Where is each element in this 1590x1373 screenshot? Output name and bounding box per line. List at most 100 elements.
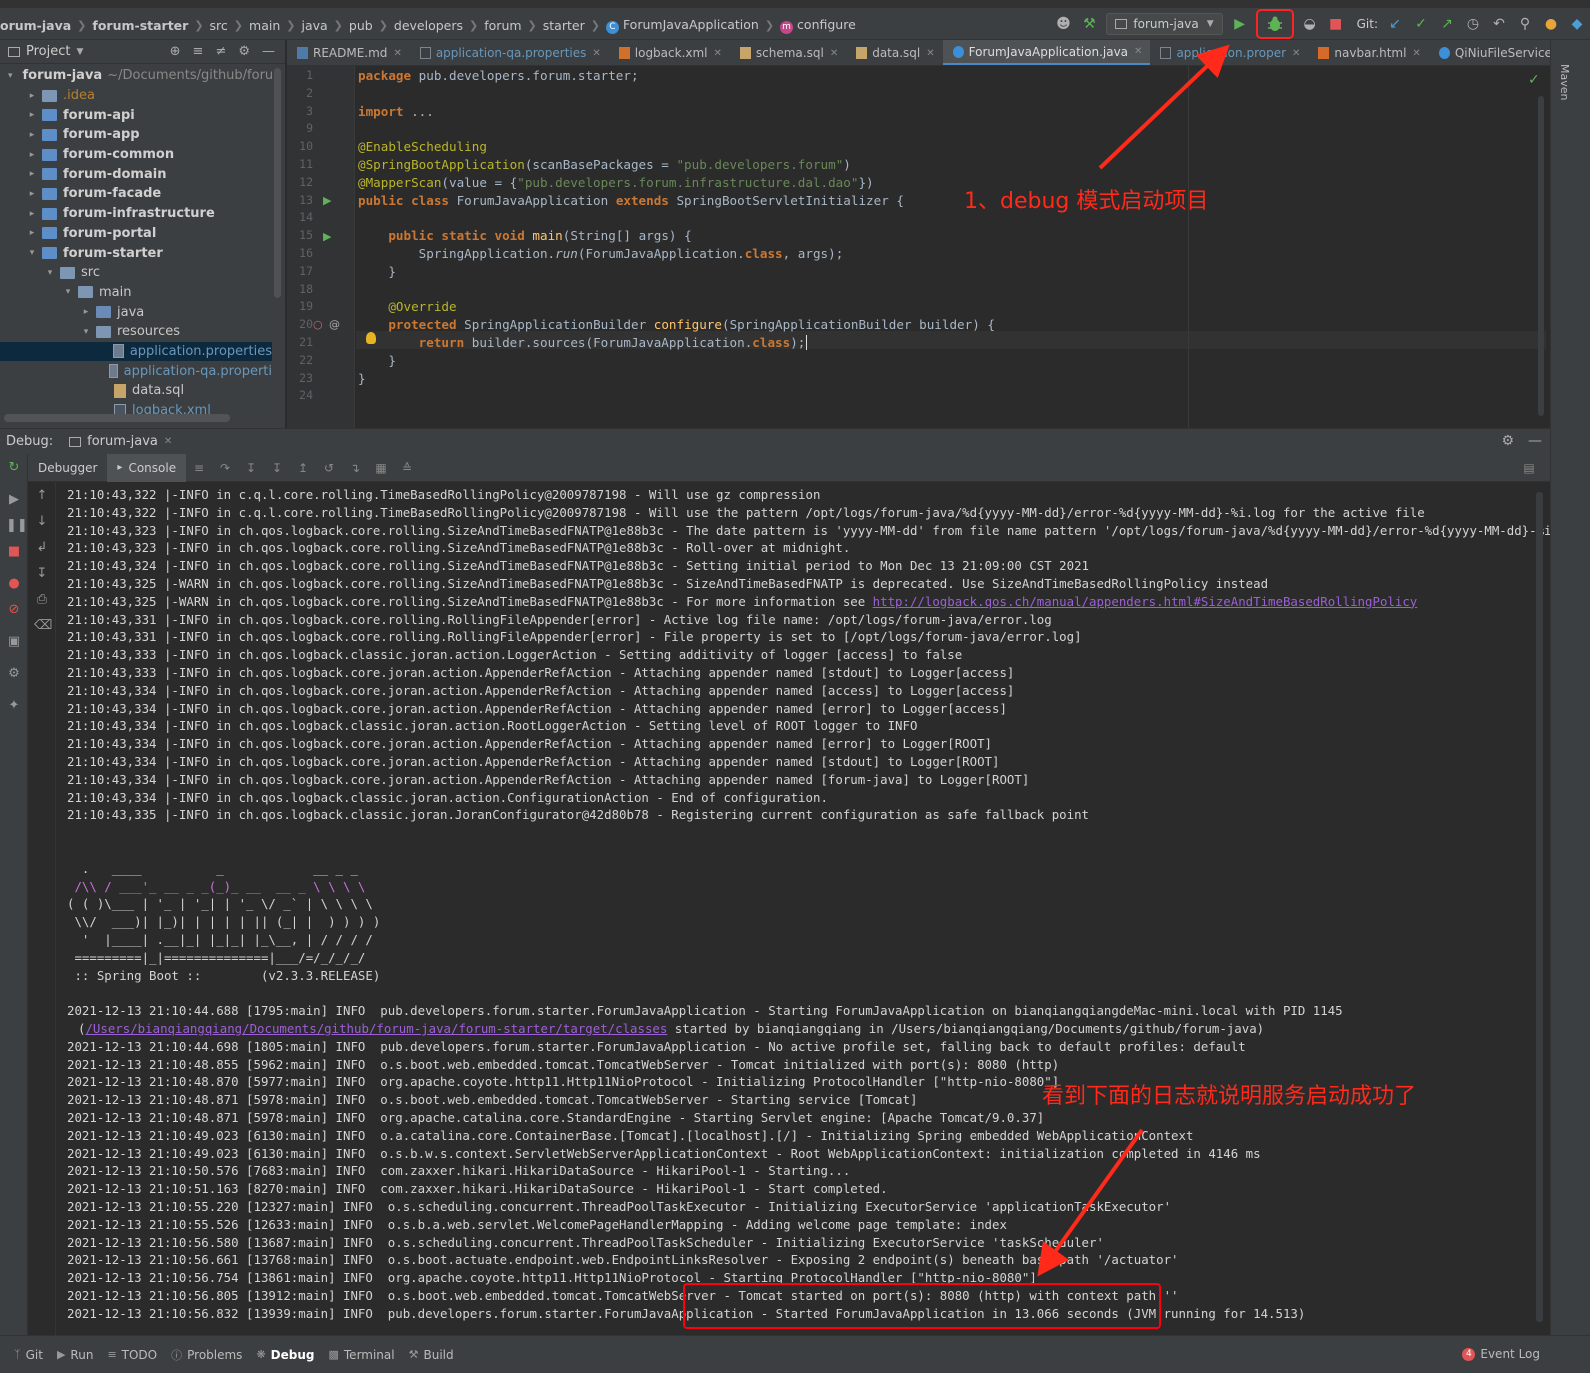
editor-tab[interactable]: data.sql ✕ [846, 40, 942, 65]
expand-all-icon[interactable]: ≡ [193, 44, 204, 59]
lightbulb-icon[interactable] [366, 332, 376, 344]
stop-icon[interactable]: ■ [6, 544, 22, 559]
tree-item[interactable]: ▸ java [0, 302, 272, 322]
breadcrumb-item[interactable]: src [210, 18, 228, 33]
breadcrumb-item[interactable]: main [249, 18, 280, 33]
evaluate-icon[interactable]: ▦ [373, 461, 389, 475]
search-icon[interactable]: ⚲ [1514, 13, 1536, 35]
close-icon[interactable]: ✕ [714, 48, 722, 59]
editor-tab[interactable]: application-qa.properties ✕ [410, 40, 609, 65]
tree-item[interactable]: ▸ forum-api [0, 105, 272, 125]
tab-console[interactable]: ▸ Console [107, 453, 187, 482]
run-gutter-icon[interactable]: ▶ [323, 194, 331, 207]
step-into-icon[interactable]: ↧ [243, 461, 259, 475]
minimize-icon[interactable]: — [1528, 433, 1542, 449]
chevron-right-icon[interactable]: ▸ [26, 209, 38, 219]
update-icon[interactable]: ● [1540, 13, 1562, 35]
tree-item[interactable]: ▸ forum-common [0, 145, 272, 165]
pin-icon[interactable]: ✦ [6, 698, 22, 713]
gear-icon[interactable]: ⚙ [6, 666, 22, 681]
chevron-down-icon[interactable]: ▾ [26, 248, 38, 258]
plugin-icon[interactable]: ◆ [1566, 13, 1588, 35]
logback-docs-link[interactable]: http://logback.qos.ch/manual/appenders.h… [873, 594, 1418, 609]
menu-icon[interactable]: ≡ [191, 461, 207, 475]
status-todo[interactable]: ≡ TODO [107, 1348, 157, 1362]
close-icon[interactable]: ✕ [592, 48, 600, 59]
chevron-down-icon[interactable]: ▾ [80, 327, 92, 337]
editor-tab[interactable]: navbar.html ✕ [1308, 40, 1428, 65]
classpath-link[interactable]: /Users/bianqiangqiang/Documents/github/f… [85, 1021, 667, 1036]
breadcrumb-item[interactable]: forum-starter [92, 18, 188, 33]
annotation-gutter-icon[interactable]: @ [329, 318, 340, 331]
tree-item[interactable]: ▾ main [0, 283, 272, 303]
chevron-right-icon[interactable]: ▸ [26, 189, 38, 199]
run-button[interactable]: ▶ [1229, 13, 1251, 35]
editor-tab[interactable]: application.proper ✕ [1150, 40, 1308, 65]
close-icon[interactable]: ✕ [830, 48, 838, 59]
close-icon[interactable]: ✕ [1412, 48, 1420, 59]
project-horizontal-scrollbar[interactable] [4, 414, 230, 422]
breadcrumb-item[interactable]: C ForumJavaApplication [605, 17, 759, 34]
editor-tab[interactable]: schema.sql ✕ [730, 40, 846, 65]
status-run[interactable]: ▶ Run [57, 1348, 93, 1362]
tree-item[interactable]: ▸ forum-facade [0, 184, 272, 204]
maven-side-panel[interactable]: Maven [1550, 40, 1590, 428]
chevron-right-icon[interactable]: ▸ [26, 150, 38, 160]
minimize-icon[interactable]: — [262, 44, 275, 59]
trash-icon[interactable]: ⌫ [34, 618, 52, 633]
tree-item[interactable]: ▸ forum-portal [0, 224, 272, 244]
close-icon[interactable]: ✕ [1134, 46, 1142, 57]
chevron-right-icon[interactable]: ▸ [80, 307, 92, 317]
close-icon[interactable]: ✕ [926, 48, 934, 59]
close-icon[interactable]: ✕ [164, 436, 172, 447]
project-vertical-scrollbar[interactable] [274, 68, 281, 298]
chevron-right-icon[interactable]: ▸ [26, 130, 38, 140]
soft-wrap-icon[interactable]: ↲ [34, 540, 50, 555]
chevron-right-icon[interactable]: ▸ [26, 228, 38, 238]
force-step-into-icon[interactable]: ↧ [269, 461, 285, 475]
breadcrumb-item[interactable]: orum-java [0, 18, 71, 33]
rollback-icon[interactable]: ↶ [1488, 13, 1510, 35]
git-push-icon[interactable]: ↗ [1436, 13, 1458, 35]
tree-item[interactable]: ▸ forum-domain [0, 164, 272, 184]
history-icon[interactable]: ◷ [1462, 13, 1484, 35]
tree-item[interactable]: ▸ forum-infrastructure [0, 204, 272, 224]
user-icon[interactable]: ☻ [1052, 13, 1074, 35]
chevron-right-icon[interactable]: ▸ [26, 91, 38, 101]
override-gutter-icon[interactable]: ○ [313, 318, 323, 331]
chevron-right-icon[interactable]: ▸ [26, 169, 38, 179]
run-configuration-select[interactable]: forum-java ▼ [1106, 13, 1223, 35]
status-git[interactable]: ᛉ Git [14, 1348, 43, 1362]
editor-tab[interactable]: QiNiuFileServiceImpl.java✕ [1429, 40, 1550, 65]
breadcrumb-item[interactable]: pub [349, 18, 373, 33]
trace-icon[interactable]: ≙ [399, 461, 415, 475]
tree-item[interactable]: ▾ src [0, 263, 272, 283]
run-to-cursor-icon[interactable]: ↴ [347, 461, 363, 475]
console-output[interactable]: 21:10:43,322 |-INFO in c.q.l.core.rollin… [56, 482, 1550, 1335]
scroll-to-end-icon[interactable]: ↧ [34, 566, 50, 581]
status-terminal[interactable]: ▩ Terminal [328, 1348, 394, 1362]
camera-icon[interactable]: ▣ [6, 634, 22, 649]
breadcrumb-item[interactable]: forum [484, 18, 521, 33]
tree-item[interactable]: data.sql [0, 381, 272, 401]
breadcrumb-item[interactable]: m configure [780, 17, 856, 34]
down-arrow-icon[interactable]: ↓ [34, 514, 50, 529]
editor-tab[interactable]: README.md ✕ [287, 40, 410, 65]
tab-debugger[interactable]: Debugger [28, 454, 107, 482]
up-arrow-icon[interactable]: ↑ [34, 488, 50, 503]
git-update-icon[interactable]: ↙ [1384, 13, 1406, 35]
drop-frame-icon[interactable]: ↺ [321, 461, 337, 475]
tree-item[interactable]: ▾ forum-starter [0, 243, 272, 263]
chevron-down-icon[interactable]: ▾ [44, 268, 56, 278]
mute-breakpoints-icon[interactable]: ⊘ [6, 602, 22, 617]
breadcrumb-item[interactable]: starter [543, 18, 585, 33]
code-editor[interactable]: package pub.developers.forum.starter; imp… [356, 66, 1546, 428]
stop-button[interactable]: ■ [1325, 13, 1347, 35]
gear-icon[interactable]: ⚙ [238, 44, 250, 59]
tree-item[interactable]: application-qa.properti [0, 361, 272, 381]
event-log[interactable]: 4 Event Log [1462, 1347, 1540, 1361]
chevron-down-icon[interactable]: ▾ [8, 71, 13, 81]
run-gutter-icon[interactable]: ▶ [323, 230, 331, 243]
coverage-icon[interactable]: ◒ [1299, 13, 1321, 35]
debug-session-tab[interactable]: forum-java ✕ [69, 434, 172, 449]
